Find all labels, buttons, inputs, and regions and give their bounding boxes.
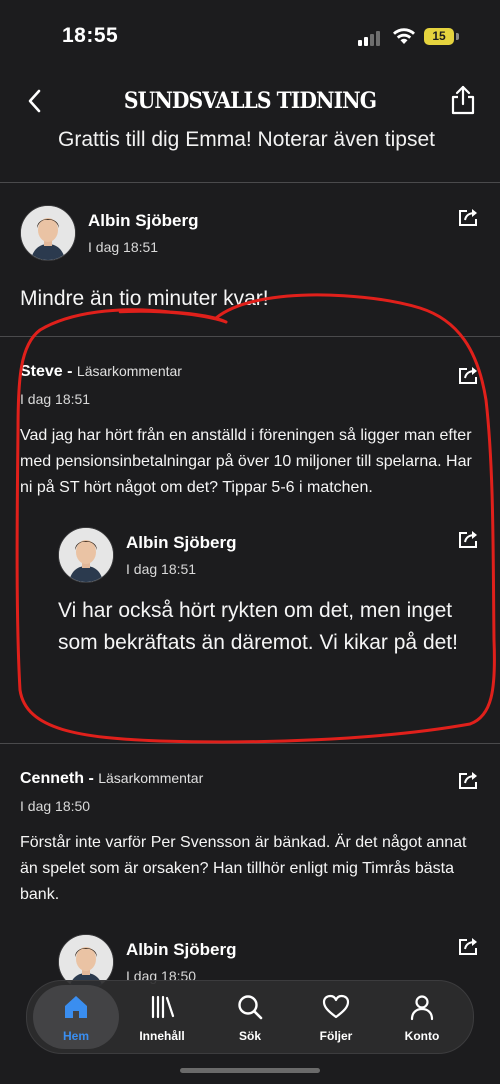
live-feed[interactable]: Grattis till dig Emma! Noterar även tips… xyxy=(0,130,500,1084)
author-name: Albin Sjöberg xyxy=(126,533,237,552)
author-row: Albin Sjöberg I dag 18:51 xyxy=(20,205,480,265)
share-icon[interactable] xyxy=(458,770,480,790)
post-text: Mindre än tio minuter kvar! xyxy=(20,287,269,310)
battery-cap xyxy=(456,33,459,40)
tab-label: Hem xyxy=(62,1029,89,1043)
staff-reply: Albin Sjöberg I dag 18:51 Vi har också h… xyxy=(58,527,480,659)
tab-search[interactable]: Sök xyxy=(207,981,293,1053)
post-time: I dag 18:51 xyxy=(88,239,159,255)
reader-post: Cenneth - Läsarkommentar I dag 18:50 För… xyxy=(0,744,500,994)
reader-name: Cenneth xyxy=(20,770,84,787)
avatar-photo xyxy=(59,528,113,582)
brand-title: SUNDSVALLS TIDNING xyxy=(123,88,377,114)
share-icon[interactable] xyxy=(458,365,480,385)
staff-post: Albin Sjöberg I dag 18:51 Mindre än tio … xyxy=(0,183,500,336)
author-name: Albin Sjöberg xyxy=(126,940,237,959)
tab-following[interactable]: Följer xyxy=(293,981,379,1053)
reader-header: Cenneth - Läsarkommentar xyxy=(20,770,480,788)
reader-post: Steve - Läsarkommentar I dag 18:51 Vad j… xyxy=(0,337,500,743)
avatar xyxy=(58,527,114,583)
partial-comment-text: Grattis till dig Emma! Noterar även tips… xyxy=(58,130,435,151)
tab-label: Innehåll xyxy=(139,1029,185,1043)
reader-name: Steve xyxy=(20,363,63,380)
reader-comment-label: Läsarkommentar xyxy=(76,363,182,379)
status-time: 18:55 xyxy=(62,24,119,47)
tab-bar: Hem Innehåll Sök Följer Konto xyxy=(26,980,474,1054)
comment-text: Vad jag har hört från en anställd i före… xyxy=(20,427,472,496)
search-icon xyxy=(238,995,263,1020)
screen: 18:55 15 SUNDSVALLS TIDNING Grattis till… xyxy=(0,0,500,1084)
post-time: I dag 18:51 xyxy=(126,561,197,577)
home-indicator xyxy=(180,1068,320,1073)
tab-account[interactable]: Konto xyxy=(379,981,465,1053)
avatar xyxy=(20,205,76,261)
signal-icon xyxy=(358,30,384,46)
post-time: I dag 18:51 xyxy=(20,391,91,407)
status-bar: 18:55 15 xyxy=(0,0,500,70)
reply-text: Vi har också hört rykten om det, men ing… xyxy=(58,599,458,654)
wifi-icon xyxy=(393,28,415,44)
heart-icon xyxy=(322,994,350,1019)
reader-header: Steve - Läsarkommentar xyxy=(20,363,480,381)
tab-content[interactable]: Innehåll xyxy=(119,981,205,1053)
share-icon[interactable] xyxy=(458,529,480,549)
tab-home[interactable]: Hem xyxy=(33,985,119,1049)
share-icon[interactable] xyxy=(448,84,478,116)
library-icon xyxy=(151,995,175,1019)
name-separator: - xyxy=(84,770,99,787)
name-separator: - xyxy=(62,363,77,380)
person-icon xyxy=(410,995,434,1021)
home-icon xyxy=(65,996,87,1018)
author-name: Albin Sjöberg xyxy=(88,211,199,230)
tab-label: Sök xyxy=(238,1029,261,1043)
tab-label: Konto xyxy=(404,1029,440,1043)
post-time: I dag 18:50 xyxy=(20,798,91,814)
battery-icon: 15 xyxy=(424,28,454,45)
battery-level: 15 xyxy=(432,29,446,43)
share-icon[interactable] xyxy=(458,936,480,956)
nav-bar: SUNDSVALLS TIDNING xyxy=(0,70,500,130)
share-icon[interactable] xyxy=(458,207,480,227)
avatar-photo xyxy=(21,206,75,260)
tab-label: Följer xyxy=(319,1029,353,1043)
author-row: Albin Sjöberg I dag 18:51 xyxy=(58,527,480,587)
reader-comment-label: Läsarkommentar xyxy=(98,770,204,786)
comment-text: Förstår inte varför Per Svensson är bänk… xyxy=(20,834,467,903)
